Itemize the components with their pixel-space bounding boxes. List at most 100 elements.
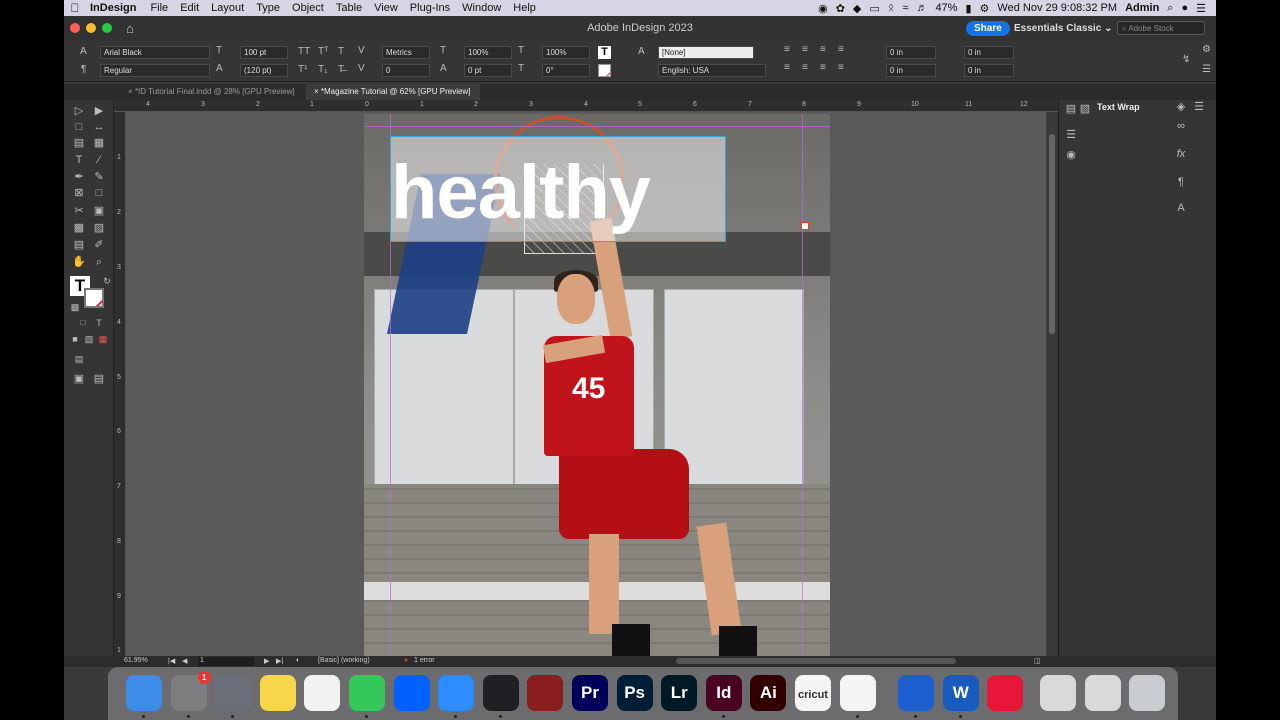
dropbox-menu-icon[interactable]: ◆ [853, 2, 861, 15]
preview-mode-icon[interactable]: ▤ [72, 352, 86, 366]
clock[interactable]: Wed Nov 29 9:08:32 PM [997, 2, 1117, 14]
vertical-scale-field[interactable]: 100% [464, 46, 512, 59]
scrollbar-thumb[interactable] [1049, 134, 1055, 334]
view-mode-icon[interactable]: ▤ [92, 372, 106, 386]
paragraph-styles-icon[interactable]: ☰ [1063, 128, 1079, 141]
dock-dropbox-icon[interactable] [393, 675, 430, 711]
wifi-icon[interactable]: ≈ [902, 2, 908, 14]
previous-page-icon[interactable]: ◀ [182, 657, 187, 665]
layers-icon[interactable]: ◈ [1173, 100, 1189, 113]
underline-icon[interactable]: T [338, 46, 344, 57]
font-style-field[interactable]: Regular [100, 64, 210, 77]
preflight-errors[interactable]: 1 error [414, 657, 435, 664]
gap-tool-icon[interactable]: ↔ [92, 120, 106, 134]
formatting-container-icon[interactable]: □ [76, 316, 90, 330]
spotlight-icon[interactable]: ⌕ [1167, 2, 1173, 15]
close-window-button[interactable] [70, 23, 80, 33]
apple-icon[interactable]:  [64, 1, 86, 15]
character-panel-icon[interactable]: A [1173, 202, 1189, 214]
menu-type[interactable]: Type [250, 2, 286, 14]
dock-word-icon[interactable]: W [942, 675, 979, 711]
kerning-field[interactable]: Metrics [382, 46, 430, 59]
home-icon[interactable]: ⌂ [126, 21, 134, 36]
menu-help[interactable]: Help [507, 2, 542, 14]
scissors-tool-icon[interactable]: ✂ [72, 204, 86, 218]
leading-field[interactable]: (120 pt) [240, 64, 288, 77]
notification-center-icon[interactable]: ☰ [1196, 2, 1206, 15]
menu-layout[interactable]: Layout [205, 2, 250, 14]
align-right-icon[interactable]: ≡ [820, 44, 826, 55]
hand-tool-icon[interactable]: ✋ [72, 255, 86, 269]
apply-color-icon[interactable]: ■ [68, 332, 82, 346]
dock-photos-icon[interactable] [304, 675, 341, 711]
document-page[interactable]: 45 healthy [364, 114, 830, 656]
skew-field[interactable]: 0° [542, 64, 590, 77]
screen-mode-icon[interactable]: ▣ [72, 372, 86, 386]
headline-text-frame[interactable]: healthy [390, 136, 726, 242]
last-page-icon[interactable]: ▶| [276, 657, 283, 665]
pen-tool-icon[interactable]: ✒ [72, 170, 86, 184]
zoom-window-button[interactable] [102, 23, 112, 33]
tracking-field[interactable]: 0 [382, 64, 430, 77]
page-tool-icon[interactable]: □ [72, 120, 86, 134]
dock-photo-booth-icon[interactable] [527, 675, 564, 711]
effects-icon[interactable]: fx [1173, 148, 1189, 160]
justify-left-icon[interactable]: ≡ [784, 62, 790, 73]
split-view-icon[interactable]: ◫ [1034, 657, 1041, 665]
siri-icon[interactable]: ● [1181, 2, 1188, 14]
left-indent-field[interactable]: 0 in [886, 46, 936, 59]
menu-window[interactable]: Window [456, 2, 507, 14]
apply-gradient-icon[interactable]: ▨ [82, 332, 96, 346]
paragraph-panel-icon[interactable]: ¶ [1173, 176, 1189, 188]
dock-launchpad-icon[interactable] [215, 675, 252, 711]
justify-center-icon[interactable]: ≡ [802, 62, 808, 73]
vertical-scrollbar[interactable] [1046, 112, 1058, 656]
content-collector-icon[interactable]: ▤ [72, 136, 86, 150]
rectangle-tool-icon[interactable]: □ [92, 186, 106, 200]
lightning-icon[interactable]: ↯ [1182, 54, 1190, 65]
justify-all-icon[interactable]: ≡ [838, 62, 844, 73]
panel-options-icon[interactable]: ☰ [1191, 100, 1207, 113]
gradient-feather-tool-icon[interactable]: ▨ [92, 221, 106, 235]
text-wrap-icon[interactable]: ▧ [1077, 102, 1093, 115]
dock-premiere-pro-icon[interactable]: Pr [572, 675, 608, 711]
horizontal-scrollbar[interactable] [676, 658, 956, 664]
dock-zoom-icon[interactable] [438, 675, 475, 711]
menu-plugins[interactable]: Plug-Ins [404, 2, 456, 14]
language-field[interactable]: English: USA [658, 64, 766, 77]
dock-illustrator-icon[interactable]: Ai [750, 675, 787, 711]
dock-finder-icon[interactable] [126, 675, 162, 711]
tab-magazine-tutorial[interactable]: × *Magazine Tutorial @ 62% [GPU Preview] [306, 84, 480, 100]
align-center-icon[interactable]: ≡ [802, 44, 808, 55]
first-line-indent-field[interactable]: 0 in [886, 64, 936, 77]
paragraph-mode-icon[interactable]: ¶ [81, 64, 86, 75]
stroke-swatch-icon[interactable] [84, 288, 104, 308]
character-mode-icon[interactable]: A [80, 46, 87, 57]
font-family-field[interactable]: Arial Black [100, 46, 210, 59]
overset-text-icon[interactable] [801, 222, 809, 230]
type-tool-icon[interactable]: T [72, 153, 86, 167]
headline-text[interactable]: healthy [391, 155, 727, 231]
eyedropper-tool-icon[interactable]: ✐ [92, 238, 106, 252]
right-indent-field[interactable]: 0 in [964, 46, 1014, 59]
character-style-field[interactable]: [None] [658, 46, 754, 59]
text-wrap-panel-label[interactable]: Text Wrap [1097, 102, 1140, 112]
justify-icon[interactable]: ≡ [838, 44, 844, 55]
record-icon[interactable]: ◉ [818, 2, 828, 15]
close-tab-icon[interactable]: × [128, 87, 133, 96]
menu-app-name[interactable]: InDesign [86, 2, 144, 14]
menu-object[interactable]: Object [286, 2, 330, 14]
links-icon[interactable]: ∞ [1173, 120, 1189, 132]
justify-right-icon[interactable]: ≡ [820, 62, 826, 73]
pencil-tool-icon[interactable]: ✎ [92, 170, 106, 184]
last-line-indent-field[interactable]: 0 in [964, 64, 1014, 77]
rectangle-frame-tool-icon[interactable]: ⊠ [72, 186, 86, 200]
content-placer-icon[interactable]: ▦ [92, 136, 106, 150]
first-page-icon[interactable]: |◀ [168, 657, 175, 665]
dock-quicktime-icon[interactable] [482, 675, 519, 711]
dock-photoshop-icon[interactable]: Ps [616, 675, 653, 711]
superscript-icon[interactable]: T¹ [298, 64, 307, 75]
dock-system-preferences-icon[interactable]: 1 [170, 671, 211, 711]
close-tab-icon[interactable]: × [314, 87, 319, 96]
dock-notes-icon[interactable] [259, 675, 296, 711]
